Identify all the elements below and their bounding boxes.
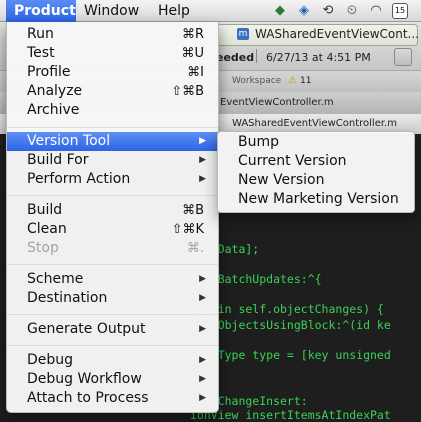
menu-help[interactable]: Help bbox=[150, 0, 198, 22]
code-line: angeType type = [key unsigned bbox=[190, 348, 391, 362]
menu-item-stop: Stop ⌘. bbox=[27, 240, 204, 256]
warning-count: 11 bbox=[300, 76, 312, 86]
menu-separator bbox=[7, 264, 218, 265]
code-line: nge in self.objectChanges) { bbox=[190, 302, 384, 316]
menu-item-debug[interactable]: Debug ▶ bbox=[7, 351, 218, 370]
submenu-arrow-icon: ▶ bbox=[199, 155, 206, 165]
scheme-status-lcd: m WASharedEventViewCont... bbox=[216, 24, 419, 46]
wifi-icon[interactable]: ◠ bbox=[368, 3, 384, 19]
menu-item-profile[interactable]: Profile ⌘I bbox=[7, 63, 218, 82]
workspace-label: Workspace bbox=[232, 76, 282, 86]
submenu-arrow-icon: ▶ bbox=[199, 324, 206, 334]
menu-item-build[interactable]: Build ⌘B bbox=[7, 201, 218, 220]
status-time: 6/27/13 at 4:51 PM bbox=[266, 51, 371, 64]
menu-item-destination[interactable]: Destination ▶ bbox=[7, 289, 218, 308]
submenu-arrow-icon: ▶ bbox=[199, 393, 206, 403]
clock-badge: 15 bbox=[394, 6, 406, 15]
menu-item-debug-workflow[interactable]: Debug Workflow ▶ bbox=[7, 370, 218, 389]
submenu-item-new-version[interactable]: New Version bbox=[218, 171, 414, 190]
status-fragment: eeded bbox=[216, 51, 255, 64]
menu-item-archive[interactable]: Archive bbox=[7, 101, 218, 120]
menu-separator bbox=[7, 314, 218, 315]
dropbox-icon[interactable]: ◈ bbox=[296, 3, 312, 19]
menu-item-analyze[interactable]: Analyze ⇧⌘B bbox=[7, 82, 218, 101]
menu-item-test[interactable]: Test ⌘U bbox=[7, 44, 218, 63]
tray-app-icon[interactable]: ◆ bbox=[272, 3, 288, 19]
toolbar-button[interactable] bbox=[394, 48, 412, 66]
submenu-arrow-icon: ▶ bbox=[199, 136, 206, 146]
warning-icon: ⚠ bbox=[288, 75, 297, 86]
file-icon: m bbox=[237, 28, 249, 40]
menu-window[interactable]: Window bbox=[76, 0, 147, 22]
menu-item-generate-output[interactable]: Generate Output ▶ bbox=[7, 320, 218, 339]
menu-product[interactable]: Product bbox=[6, 0, 76, 22]
menu-bar: Product Window Help ◆ ◈ ⟲ ⏲ ◠ 15 bbox=[0, 0, 421, 22]
submenu-item-current-version[interactable]: Current Version bbox=[218, 152, 414, 171]
submenu-item-new-marketing-version[interactable]: New Marketing Version bbox=[218, 190, 414, 209]
submenu-item-bump[interactable]: Bump bbox=[218, 133, 414, 152]
menu-item-attach-to-process[interactable]: Attach to Process ▶ bbox=[7, 389, 218, 408]
submenu-arrow-icon: ▶ bbox=[199, 293, 206, 303]
menu-item-perform-action[interactable]: Perform Action ▶ bbox=[7, 170, 218, 189]
menu-separator bbox=[7, 127, 218, 128]
menu-item-clean[interactable]: Clean ⇧⌘K bbox=[7, 220, 218, 239]
submenu-arrow-icon: ▶ bbox=[199, 174, 206, 184]
menu-item-build-for[interactable]: Build For ▶ bbox=[7, 151, 218, 170]
tab-title: WASharedEventViewCont... bbox=[255, 27, 419, 41]
menu-separator bbox=[7, 345, 218, 346]
sync-icon[interactable]: ⟲ bbox=[320, 3, 336, 19]
menu-item-version-tool[interactable]: Version Tool ▶ bbox=[7, 132, 218, 151]
calendar-icon[interactable]: 15 bbox=[392, 3, 408, 19]
submenu-arrow-icon: ▶ bbox=[199, 355, 206, 365]
menu-item-run[interactable]: Run ⌘R bbox=[7, 25, 218, 44]
code-line: sAndObjectsUsingBlock:^(id ke bbox=[190, 318, 391, 332]
code-line: ionView insertItemsAtIndexPat bbox=[190, 408, 391, 422]
product-menu: Run ⌘R Test ⌘U Profile ⌘I Analyze ⇧⌘B Archiv… bbox=[6, 22, 219, 413]
time-machine-icon[interactable]: ⏲ bbox=[344, 3, 360, 19]
menu-separator bbox=[7, 195, 218, 196]
jump-path[interactable]: WASharedEventViewController.m bbox=[232, 118, 397, 129]
submenu-arrow-icon: ▶ bbox=[199, 274, 206, 284]
menu-item-scheme[interactable]: Scheme ▶ bbox=[7, 270, 218, 289]
version-tool-submenu: Bump Current Version New Version New Mar… bbox=[217, 131, 415, 213]
editor-tab[interactable]: EventViewController.m bbox=[220, 97, 334, 108]
submenu-arrow-icon: ▶ bbox=[199, 374, 206, 384]
